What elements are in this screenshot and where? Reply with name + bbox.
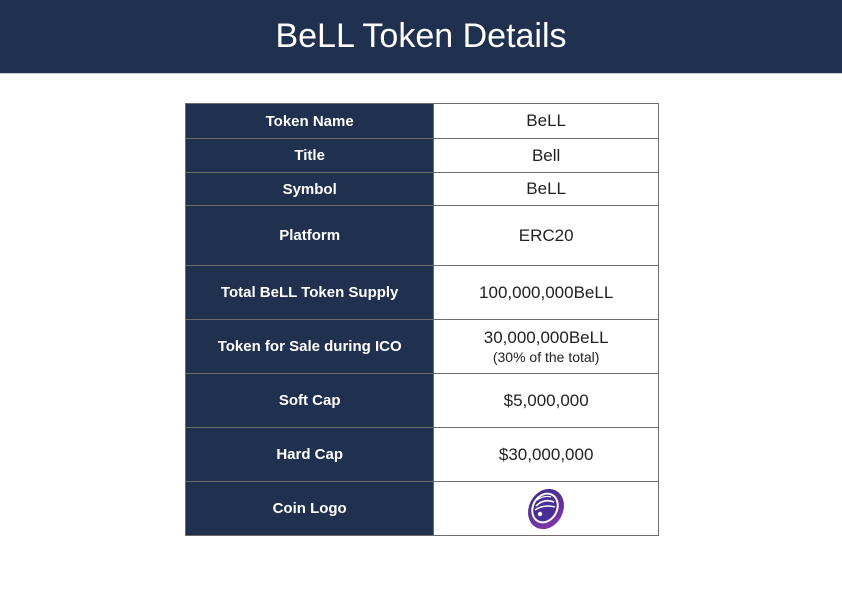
coin-logo-wrap	[434, 486, 658, 532]
row-label: Symbol	[184, 172, 435, 206]
table-row-title: Title Bell	[184, 138, 659, 173]
table-row-platform: Platform ERC20	[184, 205, 659, 266]
table-row-total-supply: Total BeLL Token Supply 100,000,000BeLL	[184, 265, 659, 320]
row-label: Platform	[184, 205, 435, 266]
table-row-ico-sale: Token for Sale during ICO 30,000,000BeLL…	[184, 319, 659, 374]
row-label: Soft Cap	[184, 373, 435, 428]
row-label: Hard Cap	[184, 427, 435, 482]
row-value: $30,000,000	[433, 427, 659, 482]
row-value: BeLL	[433, 103, 659, 139]
row-value-sub: (30% of the total)	[492, 349, 600, 365]
row-label: Title	[184, 138, 435, 173]
row-value: ERC20	[433, 205, 659, 266]
table-row-coin-logo: Coin Logo	[184, 481, 659, 536]
page-header: BeLL Token Details	[0, 0, 842, 74]
row-value: 100,000,000BeLL	[433, 265, 659, 320]
row-value: Bell	[433, 138, 659, 173]
row-label: Token Name	[184, 103, 435, 139]
row-value	[433, 481, 659, 536]
table-row-symbol: Symbol BeLL	[184, 172, 659, 206]
token-details-table: Token Name BeLL Title Bell Symbol BeLL P…	[184, 103, 659, 536]
row-value: $5,000,000	[433, 373, 659, 428]
bell-coin-logo-icon	[528, 488, 565, 529]
table-row-soft-cap: Soft Cap $5,000,000	[184, 373, 659, 428]
row-label: Total BeLL Token Supply	[184, 265, 435, 320]
row-label: Coin Logo	[184, 481, 435, 536]
row-value: BeLL	[433, 172, 659, 206]
row-label: Token for Sale during ICO	[184, 319, 435, 374]
row-value: 30,000,000BeLL (30% of the total)	[433, 319, 659, 374]
table-row-token-name: Token Name BeLL	[184, 103, 659, 139]
table-row-hard-cap: Hard Cap $30,000,000	[184, 427, 659, 482]
page-title: BeLL Token Details	[275, 17, 567, 55]
row-value-main: 30,000,000BeLL	[483, 328, 609, 347]
